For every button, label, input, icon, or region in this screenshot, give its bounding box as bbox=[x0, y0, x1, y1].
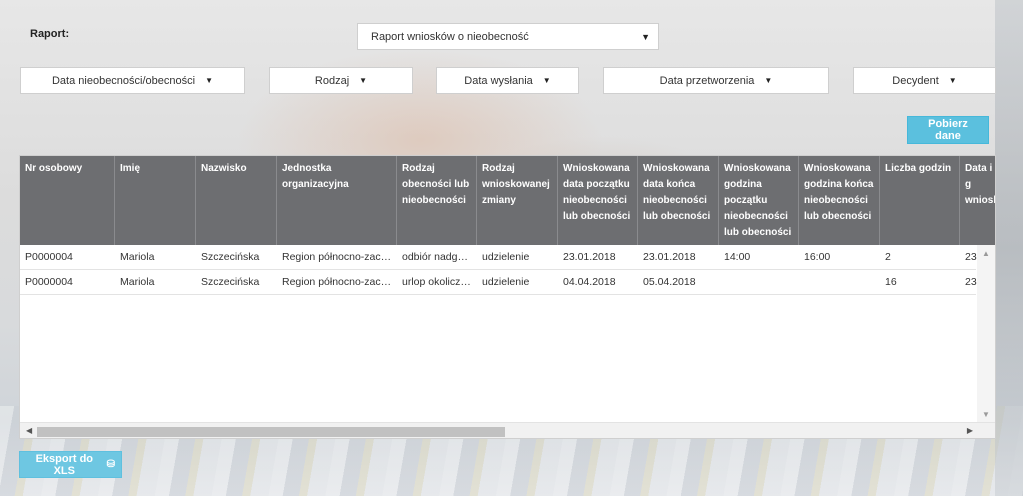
column-header[interactable]: Rodzaj obecności lub nieobecności bbox=[397, 156, 477, 245]
cell-end-time bbox=[799, 270, 880, 294]
cell-absence-type: urlop okolicznościowy bbox=[402, 276, 477, 288]
filter-label: Data wysłania bbox=[464, 74, 533, 87]
grid-header: Nr osobowy Imię Nazwisko Jednostka organ… bbox=[20, 156, 995, 245]
cell-last-name: Szczecińska bbox=[201, 276, 260, 288]
fetch-data-button[interactable]: Pobierz dane bbox=[907, 116, 989, 144]
cell-hours: 16 bbox=[885, 276, 897, 288]
column-header[interactable]: Nazwisko bbox=[196, 156, 277, 245]
cell-first-name: Mariola bbox=[120, 276, 155, 288]
column-header[interactable]: Nr osobowy bbox=[20, 156, 115, 245]
cell-change-type: udzielenie bbox=[482, 251, 530, 263]
cell-absence-type: odbiór nadgodzin bbox=[402, 251, 477, 263]
column-header[interactable]: Liczba godzin bbox=[880, 156, 960, 245]
background-edge bbox=[995, 0, 1023, 496]
cell-last-name: Szczecińska bbox=[201, 251, 260, 263]
scroll-up-icon[interactable]: ▲ bbox=[982, 249, 990, 258]
filter-processing-date[interactable]: Data przetworzenia ▼ bbox=[603, 67, 829, 94]
caret-down-icon: ▼ bbox=[641, 32, 650, 42]
column-header[interactable]: Data i g wniosk bbox=[960, 156, 995, 245]
filter-label: Data nieobecności/obecności bbox=[51, 74, 196, 87]
column-header[interactable]: Rodzaj wnioskowanej zmiany bbox=[477, 156, 558, 245]
filter-absence-date[interactable]: Data nieobecności/obecności ▼ bbox=[20, 67, 245, 94]
cell-change-type: udzielenie bbox=[482, 276, 530, 288]
cell-hours: 2 bbox=[885, 251, 891, 263]
column-header[interactable]: Imię bbox=[115, 156, 196, 245]
filter-label: Decydent bbox=[892, 74, 939, 87]
caret-down-icon: ▼ bbox=[542, 76, 551, 85]
table-row[interactable]: P0000004 Mariola Szczecińska Region półn… bbox=[20, 270, 980, 295]
export-xls-button[interactable]: Eksport do XLS ⛁ bbox=[19, 451, 122, 478]
column-header[interactable]: Wnioskowana data początku nieobecności l… bbox=[558, 156, 638, 245]
report-select[interactable]: Raport wniosków o nieobecność ▼ bbox=[357, 23, 659, 50]
cell-org-unit: Region północno-zachodni bbox=[282, 251, 397, 263]
cell-employee-number: P0000004 bbox=[25, 251, 73, 263]
grid-body: P0000004 Mariola Szczecińska Region półn… bbox=[20, 245, 980, 295]
cell-end-date: 05.04.2018 bbox=[643, 276, 696, 288]
column-header[interactable]: Wnioskowana data końca nieobecności lub … bbox=[638, 156, 719, 245]
filter-label: Rodzaj bbox=[314, 74, 350, 87]
cell-start-time bbox=[719, 270, 799, 294]
scroll-left-icon[interactable]: ◀ bbox=[26, 426, 32, 435]
caret-down-icon: ▼ bbox=[205, 76, 213, 85]
cell-org-unit: Region północno-zachodni bbox=[282, 276, 397, 288]
cell-start-date: 23.01.2018 bbox=[563, 251, 616, 263]
scrollbar-thumb[interactable] bbox=[37, 427, 505, 437]
cell-start-time: 14:00 bbox=[724, 251, 751, 263]
cell-end-time: 16:00 bbox=[804, 251, 831, 263]
filter-label: Data przetworzenia bbox=[659, 74, 755, 87]
report-label: Raport: bbox=[30, 28, 70, 40]
cell-end-date: 23.01.2018 bbox=[643, 251, 696, 263]
table-row[interactable]: P0000004 Mariola Szczecińska Region półn… bbox=[20, 245, 980, 270]
horizontal-scrollbar[interactable]: ◀ ▶ bbox=[20, 422, 995, 438]
caret-down-icon: ▼ bbox=[359, 76, 368, 85]
filter-decision-maker[interactable]: Decydent ▼ bbox=[853, 67, 996, 94]
scroll-right-icon[interactable]: ▶ bbox=[967, 426, 973, 435]
column-header[interactable]: Wnioskowana godzina końca nieobecności l… bbox=[799, 156, 880, 245]
file-excel-icon: ⛁ bbox=[106, 459, 115, 470]
data-grid: Nr osobowy Imię Nazwisko Jednostka organ… bbox=[19, 155, 996, 439]
column-header[interactable]: Jednostka organizacyjna bbox=[277, 156, 397, 245]
report-select-value: Raport wniosków o nieobecność bbox=[371, 30, 529, 43]
cell-first-name: Mariola bbox=[120, 251, 155, 263]
cell-start-date: 04.04.2018 bbox=[563, 276, 616, 288]
filter-sent-date[interactable]: Data wysłania ▼ bbox=[436, 67, 579, 94]
filter-type[interactable]: Rodzaj ▼ bbox=[269, 67, 413, 94]
column-header[interactable]: Wnioskowana godzina początku nieobecnośc… bbox=[719, 156, 799, 245]
cell-employee-number: P0000004 bbox=[25, 276, 73, 288]
caret-down-icon: ▼ bbox=[948, 76, 957, 85]
caret-down-icon: ▼ bbox=[764, 76, 773, 85]
export-label: Eksport do XLS bbox=[35, 452, 94, 477]
vertical-scrollbar[interactable]: ▲ ▼ bbox=[977, 245, 995, 423]
scroll-down-icon[interactable]: ▼ bbox=[982, 410, 990, 419]
